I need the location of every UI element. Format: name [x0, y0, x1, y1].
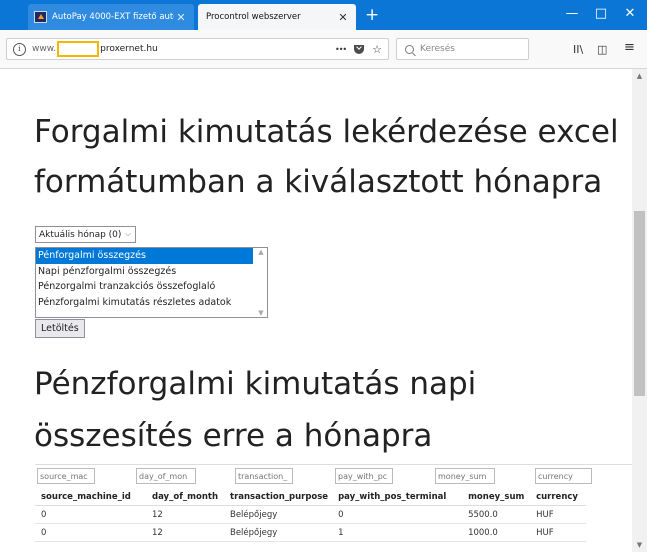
filter-currency-input[interactable] [535, 468, 592, 484]
table-cell: 1000.0 [462, 523, 531, 542]
tab-title: Procontrol webszerver [206, 12, 301, 22]
table-row: 0 12 Belépőjegy 0 5500.0 HUF [35, 505, 587, 524]
scroll-down-icon[interactable]: ▼ [632, 541, 647, 549]
filter-transaction-input[interactable] [235, 468, 293, 484]
scroll-up-icon[interactable]: ▲ [255, 248, 267, 256]
search-placeholder: Keresés [420, 44, 455, 54]
table-cell: 1 [332, 523, 463, 542]
menu-icon[interactable]: ≡ [624, 40, 635, 55]
info-icon[interactable]: i [13, 42, 26, 56]
section-title: Pénzforgalmi kimutatás napi összesítés e… [34, 366, 477, 454]
column-header[interactable]: pay_with_pos_terminal [332, 488, 463, 506]
library-icon[interactable]: II\ [573, 43, 583, 56]
new-tab-button[interactable]: + [365, 5, 379, 25]
column-header[interactable]: currency [530, 488, 587, 506]
table-cell: 5500.0 [462, 505, 531, 524]
report-option[interactable]: Pénzforgalmi kimutatás részletes adatok [36, 295, 267, 311]
page-scrollbar[interactable]: ▲ ▼ [632, 69, 647, 552]
month-select[interactable]: Aktuális hónap (0) ⌵ [35, 226, 136, 243]
favicon-icon [34, 11, 47, 23]
tab-title: AutoPay 4000-EXT fizető autom [52, 12, 174, 22]
table-cell: Belépőjegy [224, 523, 333, 542]
filter-pay-with-pos-input[interactable] [335, 468, 393, 484]
page-title: Forgalmi kimutatás lekérdezése excel for… [34, 114, 619, 200]
url-prefix: www. [32, 44, 57, 54]
table-cell: HUF [530, 523, 587, 542]
listbox-scrollbar[interactable]: ▲ ▼ [255, 248, 267, 317]
column-header[interactable]: money_sum [462, 488, 531, 506]
page-actions-icon[interactable]: ••• [335, 45, 347, 54]
report-option[interactable]: Pénforgalmi összegzés [36, 248, 253, 264]
url-domain: proxernet.hu [100, 44, 158, 54]
table-cell: 0 [332, 505, 463, 524]
table-header-row: source_machine_id day_of_month transacti… [35, 488, 587, 506]
report-type-listbox[interactable]: Pénforgalmi összegzés Napi pénzforgalmi … [35, 247, 268, 318]
filter-row [35, 464, 632, 489]
tab-strip: AutoPay 4000-EXT fizető autom ✕ Procontr… [0, 0, 647, 30]
table-cell: 0 [35, 523, 146, 542]
url-actions: ••• ☆ [335, 43, 382, 56]
column-header[interactable]: source_machine_id [35, 488, 146, 506]
scrollbar-thumb[interactable] [634, 211, 645, 396]
search-box[interactable]: Keresés [396, 38, 529, 60]
table-cell: 0 [35, 505, 146, 524]
month-select-value: Aktuális hónap (0) [39, 229, 122, 240]
tab-procontrol[interactable]: Procontrol webszerver ✕ [198, 4, 356, 30]
url-bar[interactable]: i www. proxernet.hu ••• ☆ [6, 38, 389, 60]
tab-close-icon[interactable]: ✕ [336, 11, 350, 24]
table-cell: HUF [530, 505, 587, 524]
search-icon [405, 44, 414, 54]
column-header[interactable]: transaction_purpose [224, 488, 333, 506]
chevron-down-icon: ⌵ [125, 230, 131, 238]
table-cell: 12 [146, 523, 224, 542]
scroll-down-icon[interactable]: ▼ [255, 309, 267, 317]
scroll-up-icon[interactable]: ▲ [632, 72, 647, 80]
report-option[interactable]: Pénzorgalmi tranzakciós összefoglaló [36, 279, 267, 295]
minimize-button[interactable]: — [562, 6, 582, 22]
tab-autopay[interactable]: AutoPay 4000-EXT fizető autom ✕ [28, 4, 194, 30]
table-row: 0 12 Belépőjegy 1 1000.0 HUF [35, 523, 587, 542]
page-content: Forgalmi kimutatás lekérdezése excel for… [0, 69, 632, 552]
filter-money-sum-input[interactable] [435, 468, 495, 484]
tab-close-icon[interactable]: ✕ [174, 11, 188, 24]
table-cell: 12 [146, 505, 224, 524]
pocket-icon[interactable] [354, 44, 365, 54]
table-cell: Belépőjegy [224, 505, 333, 524]
report-option[interactable]: Napi pénzforgalmi összegzés [36, 264, 267, 280]
filter-source-machine-input[interactable] [37, 468, 95, 484]
download-button[interactable]: Letöltés [35, 319, 85, 338]
daily-summary-table: source_machine_id day_of_month transacti… [35, 488, 587, 542]
redaction-box [57, 41, 100, 57]
sidebar-icon[interactable]: ◫ [597, 43, 607, 56]
navigation-toolbar: i www. proxernet.hu ••• ☆ Keresés II\ ◫ … [0, 30, 647, 69]
bookmark-star-icon[interactable]: ☆ [372, 43, 382, 56]
maximize-button[interactable]: □ [591, 6, 611, 22]
close-window-button[interactable]: ✕ [620, 6, 640, 22]
column-header[interactable]: day_of_month [146, 488, 224, 506]
filter-day-input[interactable] [136, 468, 196, 484]
